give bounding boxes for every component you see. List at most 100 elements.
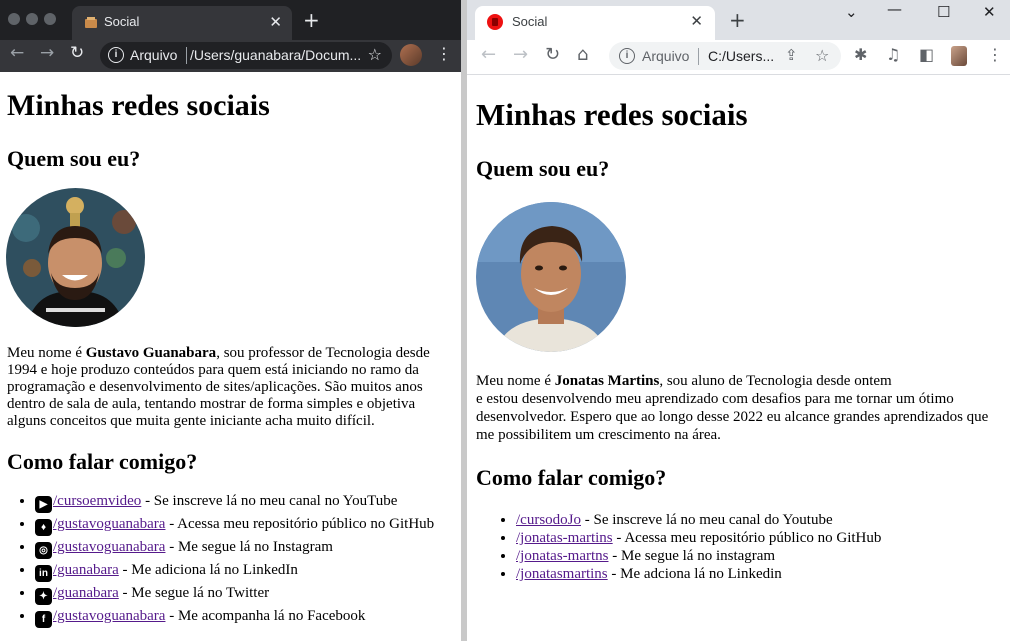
address-url: C:/Users... — [708, 48, 775, 64]
list-item: in/guanabara - Me adiciona lá no LinkedI… — [35, 559, 457, 582]
bio-text: e estou desenvolvendo meu aprendizado co… — [476, 391, 989, 443]
contact-heading: Como falar comigo? — [7, 449, 198, 474]
social-list: /cursodoJo - Se inscreve lá no meu canal… — [499, 511, 999, 583]
address-bar[interactable]: i Arquivo C:/Users... ⇪ ☆ — [609, 42, 841, 70]
close-window-icon[interactable] — [8, 13, 20, 25]
page-viewport: Minhas redes sociais Quem sou eu? Meu no… — [0, 72, 461, 641]
list-item: /jonatas-martins - Acessa meu repositóri… — [516, 529, 999, 547]
link-description: - Me acompanha lá no Facebook — [165, 608, 366, 624]
bio-name: Jonatas Martins — [554, 373, 660, 389]
list-item: /jonatas-martns - Me segue lá no instagr… — [516, 547, 999, 565]
file-label: Arquivo — [642, 48, 690, 64]
link-description: - Me adiciona lá no LinkedIn — [118, 562, 298, 578]
extensions-icon[interactable]: ✱ — [854, 45, 867, 64]
list-item: ✦/guanabara - Me segue lá no Twitter — [35, 582, 457, 605]
social-link[interactable]: /gustavoguanabara — [53, 539, 165, 555]
linkedin-icon: in — [35, 565, 52, 582]
reload-icon[interactable]: ↻ — [70, 43, 84, 63]
social-link[interactable]: /gustavoguanabara — [53, 516, 165, 532]
profile-avatar[interactable] — [400, 44, 422, 66]
tab-social[interactable]: Social ✕ — [475, 6, 715, 40]
favicon-icon — [85, 17, 97, 28]
page-content: Minhas redes sociais Quem sou eu? Meu no… — [0, 72, 461, 641]
list-item: /cursodoJo - Se inscreve lá no meu canal… — [516, 511, 999, 529]
social-list: ▶/cursoemvideo - Se inscreve lá no meu c… — [27, 490, 457, 628]
contact-heading: Como falar comigo? — [476, 465, 667, 490]
bio-text: Meu nome é — [476, 373, 555, 389]
github-icon: ♦ — [35, 519, 52, 536]
address-separator — [698, 48, 699, 65]
address-separator — [186, 47, 187, 64]
bookmark-star-icon[interactable]: ☆ — [368, 45, 382, 64]
tab-social[interactable]: Social ✕ — [72, 6, 292, 40]
side-panel-icon[interactable]: ◧ — [919, 45, 934, 64]
home-icon[interactable]: ⌂ — [577, 44, 588, 65]
page-content: Minhas redes sociais Quem sou eu? Meu no… — [467, 75, 1010, 641]
reload-icon[interactable]: ↻ — [545, 44, 560, 65]
tab-search-icon[interactable]: ⌄ — [845, 3, 858, 21]
link-description: - Acessa meu repositório público no GitH… — [165, 516, 435, 532]
tab-title: Social — [104, 14, 140, 29]
social-link[interactable]: /jonatas-martns — [516, 548, 608, 564]
link-description: - Me segue lá no Twitter — [118, 585, 270, 601]
social-link[interactable]: /jonatas-martins — [516, 530, 613, 546]
social-link[interactable]: /cursodoJo — [516, 512, 581, 528]
tab-bar: Social ✕ + ⌄ — ☐ ✕ — [467, 0, 1010, 40]
new-tab-button[interactable]: + — [303, 8, 320, 32]
page-title: Minhas redes sociais — [476, 97, 748, 132]
link-description: - Acessa meu repositório público no GitH… — [612, 530, 882, 546]
back-icon[interactable]: ← — [481, 44, 496, 65]
forward-icon[interactable]: → — [40, 43, 54, 63]
page-title: Minhas redes sociais — [7, 89, 270, 122]
bio-text: Meu nome é — [7, 345, 86, 361]
link-description: - Me segue lá no Instagram — [165, 539, 333, 555]
social-link[interactable]: /cursoemvideo — [53, 493, 141, 509]
social-link[interactable]: /guanabara — [53, 562, 119, 578]
social-link[interactable]: /guanabara — [53, 585, 119, 601]
link-description: - Se inscreve lá no meu canal do Youtube — [581, 512, 833, 528]
new-tab-button[interactable]: + — [729, 8, 746, 32]
twitter-icon: ✦ — [35, 588, 52, 605]
info-icon[interactable]: i — [619, 48, 635, 64]
bio-name: Gustavo Guanabara — [85, 345, 217, 361]
address-url: /Users/guanabara/Docum... — [190, 47, 362, 63]
close-tab-icon[interactable]: ✕ — [690, 12, 703, 30]
bio-paragraph: Meu nome é Jonatas Martins, sou aluno de… — [476, 372, 1006, 444]
link-description: - Me segue lá no instagram — [608, 548, 776, 564]
maximize-icon[interactable]: ☐ — [937, 3, 950, 21]
close-tab-icon[interactable]: ✕ — [269, 13, 282, 31]
window-controls — [8, 12, 62, 30]
list-item: /jonatasmartins - Me adciona lá no Linke… — [516, 565, 999, 583]
minimize-icon[interactable]: — — [887, 0, 902, 18]
youtube-icon: ▶ — [35, 496, 52, 513]
media-control-icon[interactable]: ♫ — [886, 45, 900, 64]
minimize-window-icon[interactable] — [26, 13, 38, 25]
share-icon[interactable]: ⇪ — [785, 46, 798, 64]
left-browser-window: Social ✕ + ← → ↻ i Arquivo /Users/guanab… — [0, 0, 461, 641]
profile-photo — [476, 202, 626, 352]
list-item: f/gustavoguanabara - Me acompanha lá no … — [35, 605, 457, 628]
tab-title: Social — [512, 14, 548, 29]
about-heading: Quem sou eu? — [476, 156, 610, 181]
link-description: - Me adciona lá no Linkedin — [607, 566, 782, 582]
list-item: ♦/gustavoguanabara - Acessa meu repositó… — [35, 513, 457, 536]
toolbar: ← → ↻ ⌂ i Arquivo C:/Users... ⇪ ☆ ✱ ♫ ◧ … — [467, 40, 1010, 75]
social-link[interactable]: /gustavoguanabara — [53, 608, 165, 624]
bio-paragraph: Meu nome é Gustavo Guanabara, sou profes… — [7, 345, 457, 430]
menu-icon[interactable]: ⋮ — [436, 44, 452, 63]
about-heading: Quem sou eu? — [7, 146, 141, 171]
social-link[interactable]: /jonatasmartins — [516, 566, 608, 582]
back-icon[interactable]: ← — [10, 43, 24, 63]
right-browser-window: Social ✕ + ⌄ — ☐ ✕ ← → ↻ ⌂ i Arquivo C:/… — [467, 0, 1010, 641]
close-window-icon[interactable]: ✕ — [983, 3, 996, 21]
address-bar[interactable]: i Arquivo /Users/guanabara/Docum... ☆ — [100, 42, 392, 69]
forward-icon[interactable]: → — [513, 44, 528, 65]
bookmark-star-icon[interactable]: ☆ — [815, 46, 829, 65]
menu-icon[interactable]: ⋮ — [987, 45, 1003, 64]
maximize-window-icon[interactable] — [44, 13, 56, 25]
instagram-icon: ◎ — [35, 542, 52, 559]
info-icon[interactable]: i — [108, 47, 124, 63]
link-description: - Se inscreve lá no meu canal no YouTube — [141, 493, 398, 509]
profile-avatar[interactable] — [951, 46, 967, 66]
facebook-icon: f — [35, 611, 52, 628]
